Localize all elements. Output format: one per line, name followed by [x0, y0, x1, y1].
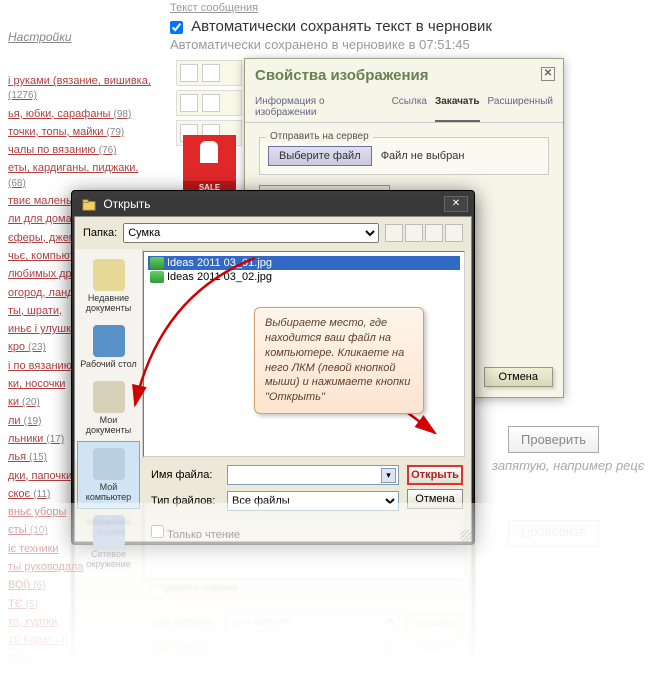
tb-btn[interactable] — [180, 94, 198, 112]
bottom-hint-text: запятую, например рецє — [492, 458, 644, 473]
folder-label: Папка: — [83, 227, 117, 239]
views-icon[interactable] — [445, 224, 463, 242]
dialog-tab[interactable]: Расширенный — [488, 96, 553, 122]
folder-dropdown[interactable]: Сумка — [123, 223, 379, 243]
close-icon[interactable]: ✕ — [444, 196, 468, 212]
new-folder-icon[interactable] — [425, 224, 443, 242]
places-bar-item[interactable]: Мои документы — [75, 375, 142, 441]
sidebar-link[interactable]: чалы по вязанию (76) — [8, 143, 158, 157]
dialog-tab[interactable]: Ссылка — [392, 96, 427, 122]
cancel-button[interactable]: Отмена — [484, 367, 553, 387]
autosave-status: Автоматически сохранено в черновике в 07… — [170, 37, 655, 52]
tb-btn[interactable] — [180, 64, 198, 82]
file-list-item[interactable]: Ideas 2011 03_01.jpg — [148, 256, 460, 270]
sidebar-link[interactable]: і руками (вязание, вишивка, (1276) — [8, 74, 158, 103]
back-icon[interactable] — [385, 224, 403, 242]
sidebar-link[interactable]: точки, топы, майки (79) — [8, 125, 158, 139]
sidebar-link[interactable]: ья, юбки, сарафаны (98) — [8, 107, 158, 121]
check-button[interactable]: Проверить — [508, 426, 599, 453]
file-dialog-titlebar: Открыть ✕ — [74, 193, 472, 216]
sale-thumbnail: SALE — [183, 135, 236, 195]
places-bar-item[interactable]: Рабочий стол — [75, 319, 142, 375]
annotation-callout: Выбираете место, где находится ваш файл … — [254, 307, 424, 414]
up-icon[interactable] — [405, 224, 423, 242]
choose-file-button[interactable]: Выберите файл — [268, 146, 372, 166]
autosave-checkbox[interactable] — [170, 21, 183, 34]
reflection: Открыть Имя файла:▾ Тип файлов:Все файлы… — [71, 503, 475, 693]
folder-open-icon — [82, 198, 96, 212]
close-icon[interactable]: ✕ — [541, 67, 555, 81]
open-button[interactable]: Открыть — [407, 465, 463, 485]
filename-input[interactable]: ▾ — [227, 465, 399, 485]
dialog-title: Свойства изображения ✕ — [245, 59, 563, 92]
tb-btn[interactable] — [202, 64, 220, 82]
file-list-item[interactable]: Ideas 2011 03_02.jpg — [148, 270, 460, 284]
settings-title: Настройки — [8, 30, 158, 44]
filename-label: Имя файла: — [151, 469, 221, 481]
tb-btn[interactable] — [202, 94, 220, 112]
no-file-text: Файл не выбран — [381, 150, 465, 162]
sidebar-link[interactable]: еты, кардиганы, пиджаки, (68) — [8, 161, 158, 190]
places-bar: Недавние документыРабочий столМои докуме… — [75, 249, 143, 459]
upload-fieldset-label: Отправить на сервер — [266, 131, 373, 142]
places-bar-item[interactable]: Недавние документы — [75, 253, 142, 319]
dialog-tab[interactable]: Информация о изображении — [255, 96, 384, 122]
dialog-tab[interactable]: Закачать — [435, 96, 480, 122]
dialog-tabs: Информация о изображении Ссылка Закачать Ра… — [245, 92, 563, 123]
reflection-check-button: Проверить — [508, 520, 599, 547]
content-header: Текст сообщения — [170, 2, 655, 14]
autosave-label: Автоматически сохранять текст в черновик — [191, 18, 492, 35]
